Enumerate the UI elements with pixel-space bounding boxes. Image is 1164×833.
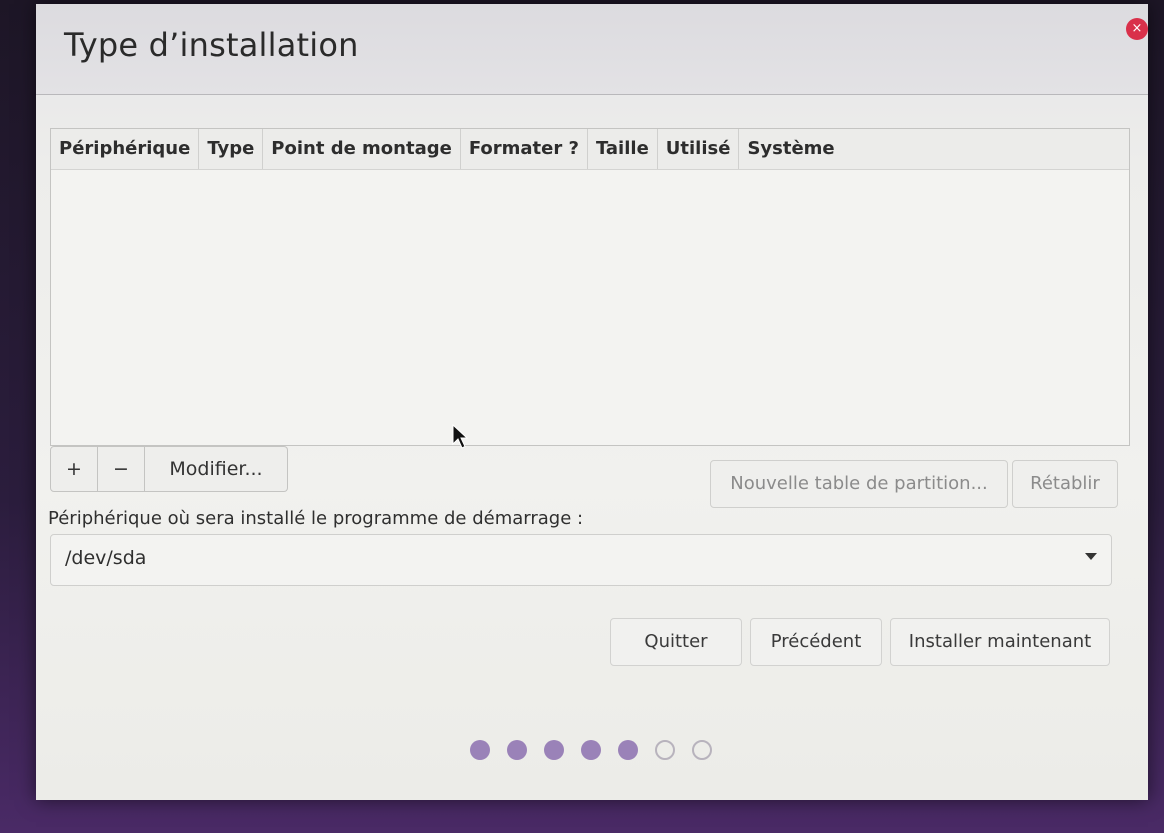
bootloader-device-value: /dev/sda <box>65 547 147 569</box>
quit-button[interactable]: Quitter <box>610 618 742 666</box>
modify-partition-button[interactable]: Modifier... <box>145 446 288 492</box>
progress-dot <box>655 740 675 760</box>
bootloader-label: Périphérique où sera installé le program… <box>48 508 584 529</box>
add-partition-button[interactable]: + <box>50 446 98 492</box>
partition-table[interactable]: Périphérique Type Point de montage Forma… <box>50 128 1130 446</box>
partition-edit-buttons: + − Modifier... <box>50 446 288 492</box>
remove-partition-button[interactable]: − <box>98 446 145 492</box>
reset-button[interactable]: Rétablir <box>1012 460 1118 508</box>
progress-dot <box>692 740 712 760</box>
page-title: Type d’installation <box>64 26 359 64</box>
column-header-used[interactable]: Utilisé <box>658 129 740 169</box>
progress-dots <box>470 740 729 760</box>
combo-arrow-icon <box>1085 553 1097 560</box>
column-header-device[interactable]: Périphérique <box>51 129 200 169</box>
mouse-cursor-icon <box>452 424 468 449</box>
previous-button[interactable]: Précédent <box>750 618 882 666</box>
progress-dot <box>544 740 564 760</box>
column-header-size[interactable]: Taille <box>588 129 658 169</box>
navigation-buttons: Quitter Précédent Installer maintenant <box>610 618 1118 666</box>
installer-window: Type d’installation × Périphérique Type … <box>36 4 1148 800</box>
bootloader-device-select[interactable]: /dev/sda <box>50 534 1112 586</box>
column-header-system[interactable]: Système <box>739 129 842 169</box>
column-header-format[interactable]: Formater ? <box>461 129 588 169</box>
progress-dot <box>470 740 490 760</box>
column-header-mount-point[interactable]: Point de montage <box>263 129 461 169</box>
new-partition-table-button[interactable]: Nouvelle table de partition... <box>710 460 1008 508</box>
progress-dot <box>507 740 527 760</box>
window-header: Type d’installation <box>36 4 1148 95</box>
install-now-button[interactable]: Installer maintenant <box>890 618 1110 666</box>
partition-table-header: Périphérique Type Point de montage Forma… <box>51 129 1129 170</box>
partition-table-buttons: Nouvelle table de partition... Rétablir <box>710 460 1118 508</box>
progress-dot <box>618 740 638 760</box>
close-icon[interactable]: × <box>1126 18 1148 40</box>
column-header-type[interactable]: Type <box>199 129 264 169</box>
progress-dot <box>581 740 601 760</box>
